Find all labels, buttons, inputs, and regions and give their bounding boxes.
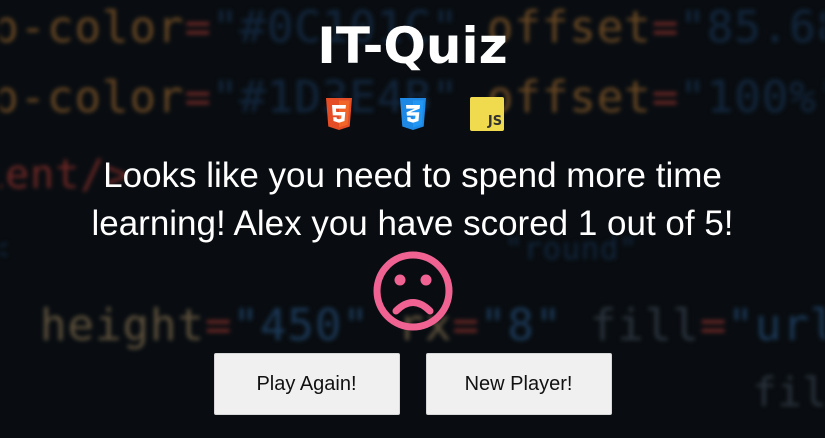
action-buttons: Play Again! New Player! [0, 353, 825, 415]
javascript-icon: JS [469, 97, 504, 131]
new-player-button[interactable]: New Player! [425, 353, 612, 415]
page-title: IT-Quiz [317, 17, 508, 75]
css3-icon [399, 98, 426, 130]
result-message: Looks like you need to spend more time l… [10, 152, 815, 248]
javascript-badge-text: JS [486, 114, 501, 129]
quiz-result-screen: IT-Quiz JS Looks like you need to spend … [0, 0, 825, 438]
result-message-line-1: Looks like you need to spend more time [103, 156, 722, 195]
play-again-button[interactable]: Play Again! [213, 353, 400, 415]
tech-icon-row: JS [0, 96, 825, 132]
html5-icon [325, 98, 352, 130]
sad-face-icon [373, 251, 453, 331]
result-message-line-2: learning! Alex you have scored 1 out of … [91, 204, 734, 243]
